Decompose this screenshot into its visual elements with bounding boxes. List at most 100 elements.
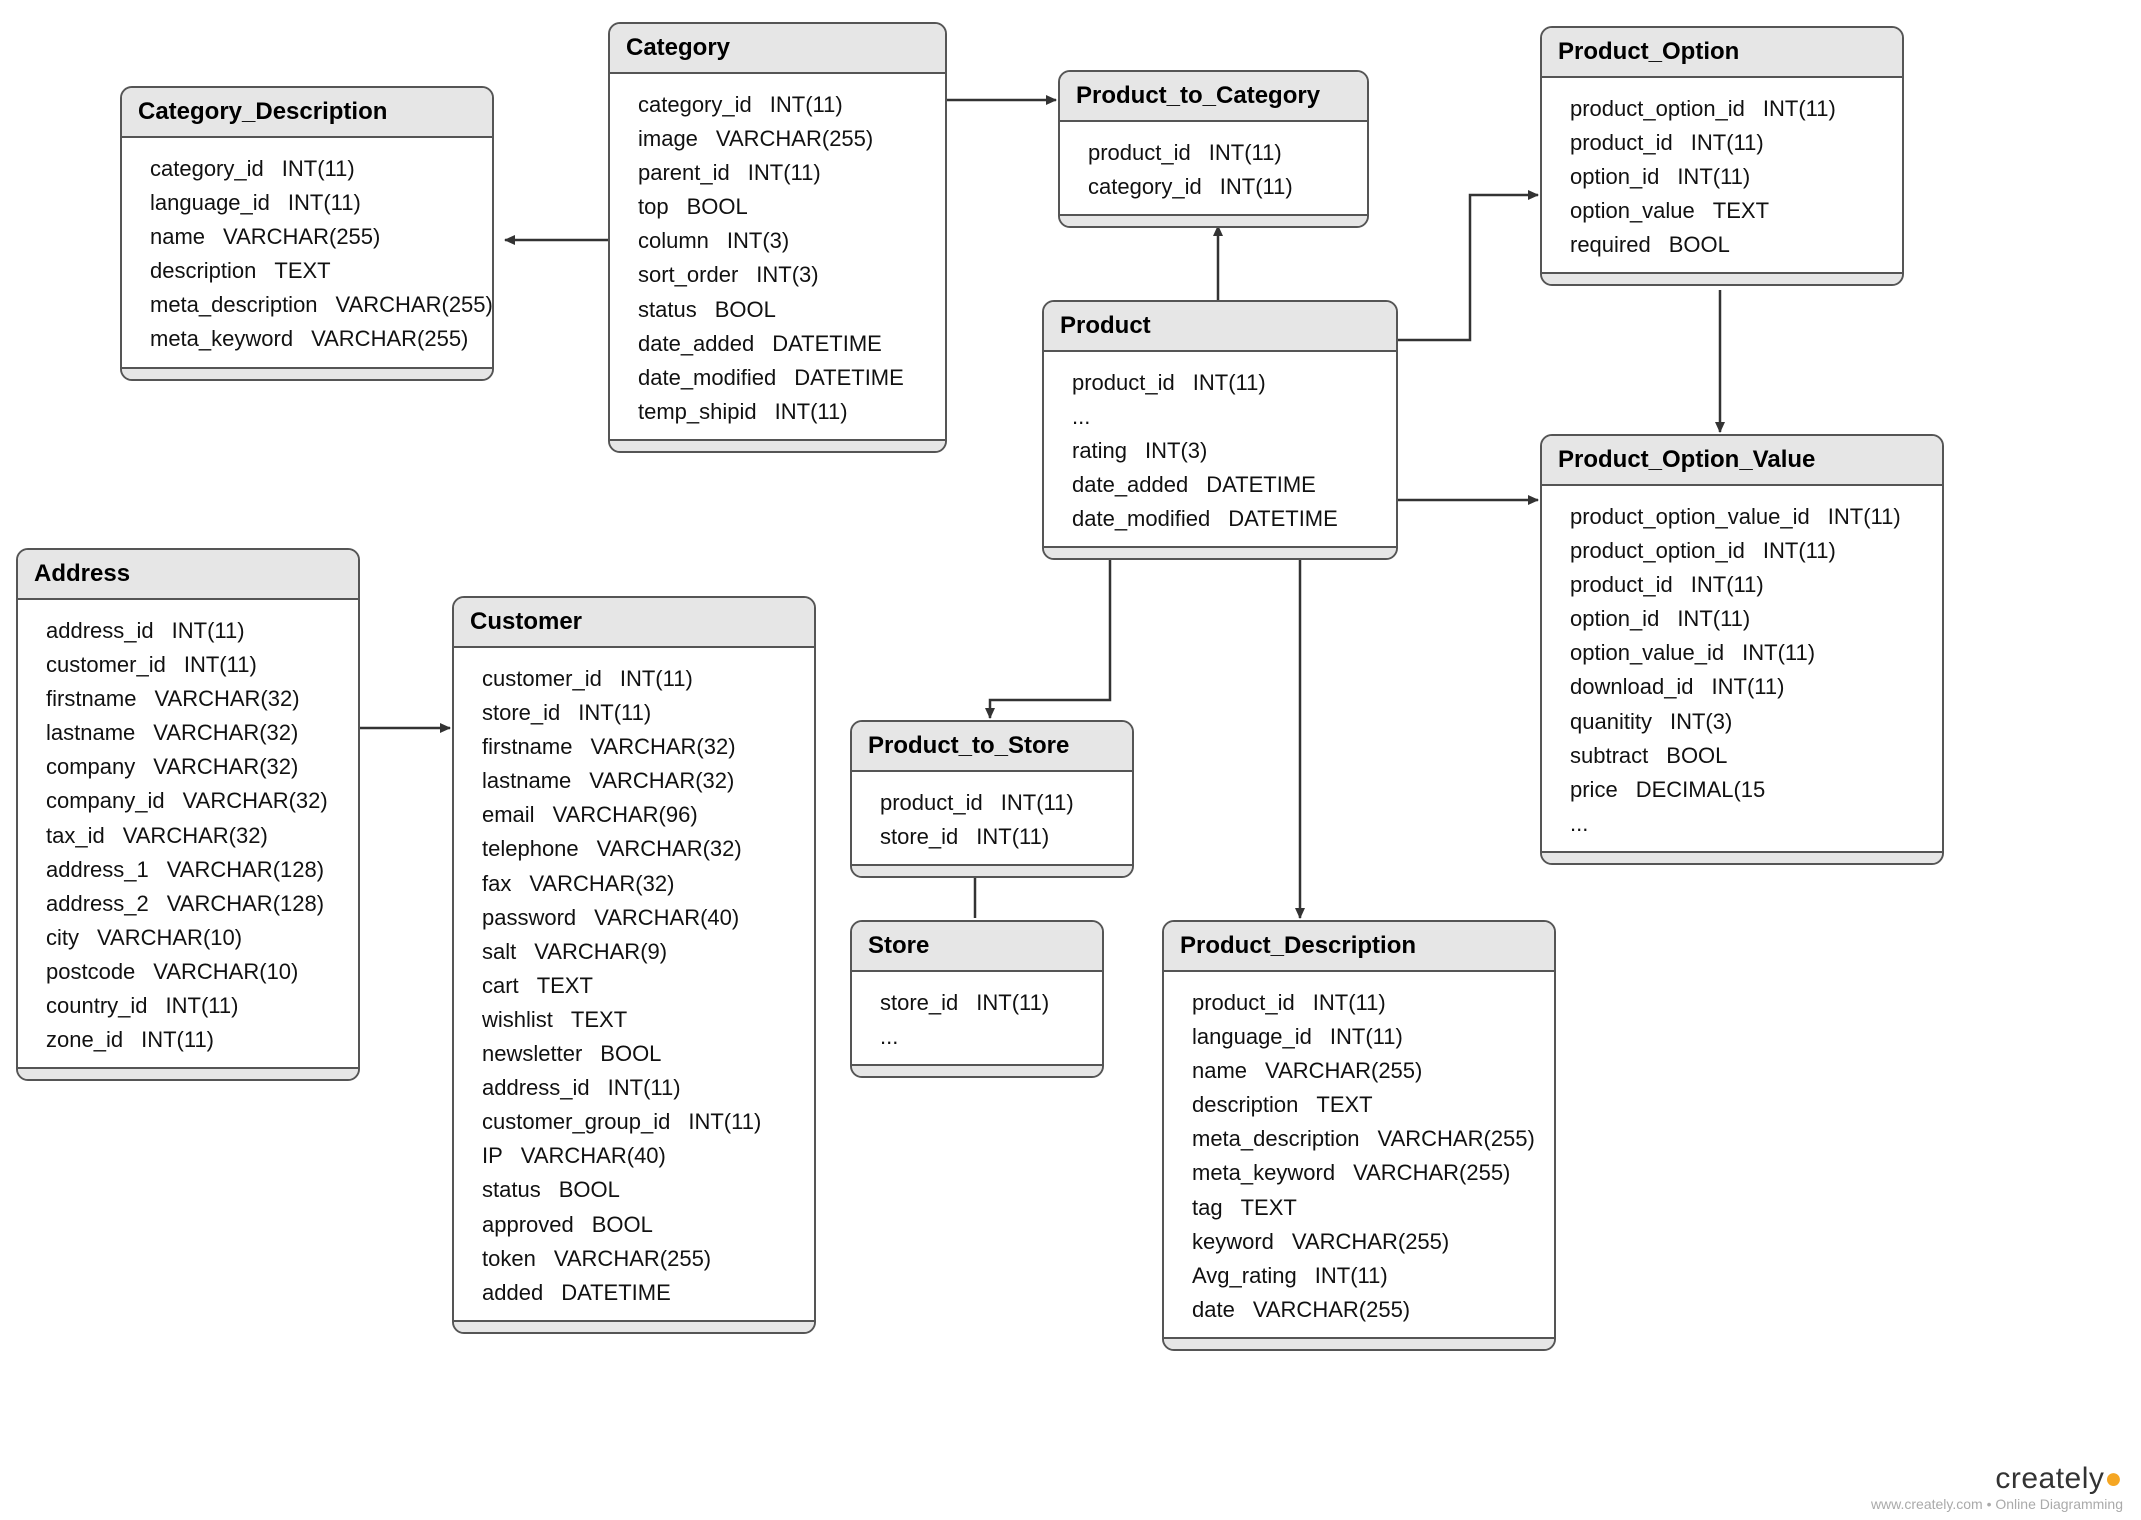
column-name: meta_keyword <box>150 322 293 356</box>
column-name: company <box>46 750 135 784</box>
entity-title: Product_to_Store <box>852 722 1132 772</box>
column-type: DATETIME <box>1206 468 1316 502</box>
column-row: date_added DATETIME <box>1072 468 1376 502</box>
entity-columns: product_option_value_idINT(11)product_op… <box>1542 486 1942 851</box>
column-name: date_added <box>1072 468 1188 502</box>
column-row: quanitityINT(3) <box>1570 705 1922 739</box>
entity-category_description[interactable]: Category_Descriptioncategory_idINT(11)la… <box>120 86 494 381</box>
column-type: INT(11) <box>1209 136 1282 170</box>
column-name: product_option_value_id <box>1570 500 1810 534</box>
entity-columns: customer_idINT(11)store_idINT(11)firstna… <box>454 648 814 1320</box>
column-name: product_id <box>1570 568 1673 602</box>
column-row: date_modifiedDATETIME <box>638 361 925 395</box>
column-type: VARCHAR(255) <box>311 322 468 356</box>
entity-product_description[interactable]: Product_Descriptionproduct_idINT(11)lang… <box>1162 920 1556 1351</box>
column-type: VARCHAR(32) <box>597 832 742 866</box>
column-row: category_idINT(11) <box>150 152 472 186</box>
column-row: priceDECIMAL(15 <box>1570 773 1922 807</box>
column-name: product_option_id <box>1570 534 1745 568</box>
column-row: product_option_idINT(11) <box>1570 534 1922 568</box>
entity-product_to_category[interactable]: Product_to_Categoryproduct_idINT(11)cate… <box>1058 70 1369 228</box>
entity-address[interactable]: Addressaddress_idINT(11)customer_idINT(1… <box>16 548 360 1081</box>
entity-footer <box>852 1064 1102 1076</box>
column-name: approved <box>482 1208 574 1242</box>
edge-product-to-option <box>1394 195 1538 340</box>
column-row: descriptionTEXT <box>1192 1088 1534 1122</box>
entity-customer[interactable]: Customercustomer_idINT(11)store_idINT(11… <box>452 596 816 1334</box>
entity-footer <box>1044 546 1396 558</box>
entity-product_option[interactable]: Product_Optionproduct_option_idINT(11)pr… <box>1540 26 1904 286</box>
column-row: meta_keywordVARCHAR(255) <box>1192 1156 1534 1190</box>
column-type: INT(11) <box>166 989 239 1023</box>
column-name: company_id <box>46 784 165 818</box>
column-row: descriptionTEXT <box>150 254 472 288</box>
column-name: address_1 <box>46 853 149 887</box>
column-row: option_idINT(11) <box>1570 160 1882 194</box>
column-type: INT(11) <box>1193 366 1266 400</box>
entity-title: Customer <box>454 598 814 648</box>
column-name: name <box>1192 1054 1247 1088</box>
entity-store[interactable]: Storestore_idINT(11)... <box>850 920 1104 1078</box>
column-type: INT(11) <box>1712 670 1785 704</box>
entity-product_to_store[interactable]: Product_to_Storeproduct_idINT(11)store_i… <box>850 720 1134 878</box>
creately-watermark: creately● www.creately.com • Online Diag… <box>1871 1462 2123 1512</box>
column-type: INT(11) <box>1691 126 1764 160</box>
entity-title: Product_to_Category <box>1060 72 1367 122</box>
column-name: product_id <box>1088 136 1191 170</box>
column-type: BOOL <box>1669 228 1730 262</box>
entity-product[interactable]: Productproduct_idINT(11)...ratingINT(3)d… <box>1042 300 1398 560</box>
column-name: product_option_id <box>1570 92 1745 126</box>
column-name: telephone <box>482 832 579 866</box>
column-row: saltVARCHAR(9) <box>482 935 794 969</box>
entity-category[interactable]: Categorycategory_idINT(11)imageVARCHAR(2… <box>608 22 947 453</box>
column-name: product_id <box>1570 126 1673 160</box>
column-row: product_id INT(11) <box>1570 126 1882 160</box>
column-name: zone_id <box>46 1023 123 1057</box>
column-name: required <box>1570 228 1651 262</box>
column-row: option_valueTEXT <box>1570 194 1882 228</box>
column-name: parent_id <box>638 156 730 190</box>
column-name: option_id <box>1570 602 1659 636</box>
column-name: fax <box>482 867 511 901</box>
column-name: status <box>638 293 697 327</box>
column-row: imageVARCHAR(255) <box>638 122 925 156</box>
column-row: product_id INT(11) <box>1072 366 1376 400</box>
column-name: address_2 <box>46 887 149 921</box>
column-row: date_addedDATETIME <box>638 327 925 361</box>
column-row: product_idINT(11) <box>880 786 1112 820</box>
watermark-subtitle: www.creately.com • Online Diagramming <box>1871 1496 2123 1512</box>
column-type: VARCHAR(32) <box>153 750 298 784</box>
column-type: INT(3) <box>756 258 818 292</box>
column-name: name <box>150 220 205 254</box>
entity-footer <box>1542 272 1902 284</box>
column-type: TEXT <box>274 254 330 288</box>
entity-title: Product_Description <box>1164 922 1554 972</box>
column-name: option_value <box>1570 194 1695 228</box>
column-type: VARCHAR(40) <box>521 1139 666 1173</box>
column-row: ... <box>880 1020 1082 1054</box>
column-name: ... <box>1072 400 1090 434</box>
entity-product_option_value[interactable]: Product_Option_Valueproduct_option_value… <box>1540 434 1944 865</box>
column-type: INT(11) <box>1330 1020 1403 1054</box>
column-type: INT(11) <box>748 156 821 190</box>
column-name: token <box>482 1242 536 1276</box>
column-name: date_added <box>638 327 754 361</box>
column-name: lastname <box>46 716 135 750</box>
entity-columns: store_idINT(11)... <box>852 972 1102 1064</box>
column-row: topBOOL <box>638 190 925 224</box>
column-row: fax VARCHAR(32) <box>482 867 794 901</box>
column-row: statusBOOL <box>482 1173 794 1207</box>
column-type: INT(11) <box>172 614 245 648</box>
column-row: address_idINT(11) <box>46 614 338 648</box>
column-row: columnINT(3) <box>638 224 925 258</box>
entity-footer <box>18 1067 358 1079</box>
column-row: emailVARCHAR(96) <box>482 798 794 832</box>
entity-title: Category_Description <box>122 88 492 138</box>
column-name: category_id <box>150 152 264 186</box>
column-name: added <box>482 1276 543 1310</box>
entity-title: Store <box>852 922 1102 972</box>
column-type: VARCHAR(32) <box>529 867 674 901</box>
column-type: VARCHAR(255) <box>1353 1156 1510 1190</box>
column-name: product_id <box>1072 366 1175 400</box>
column-row: product_option_value_idINT(11) <box>1570 500 1922 534</box>
